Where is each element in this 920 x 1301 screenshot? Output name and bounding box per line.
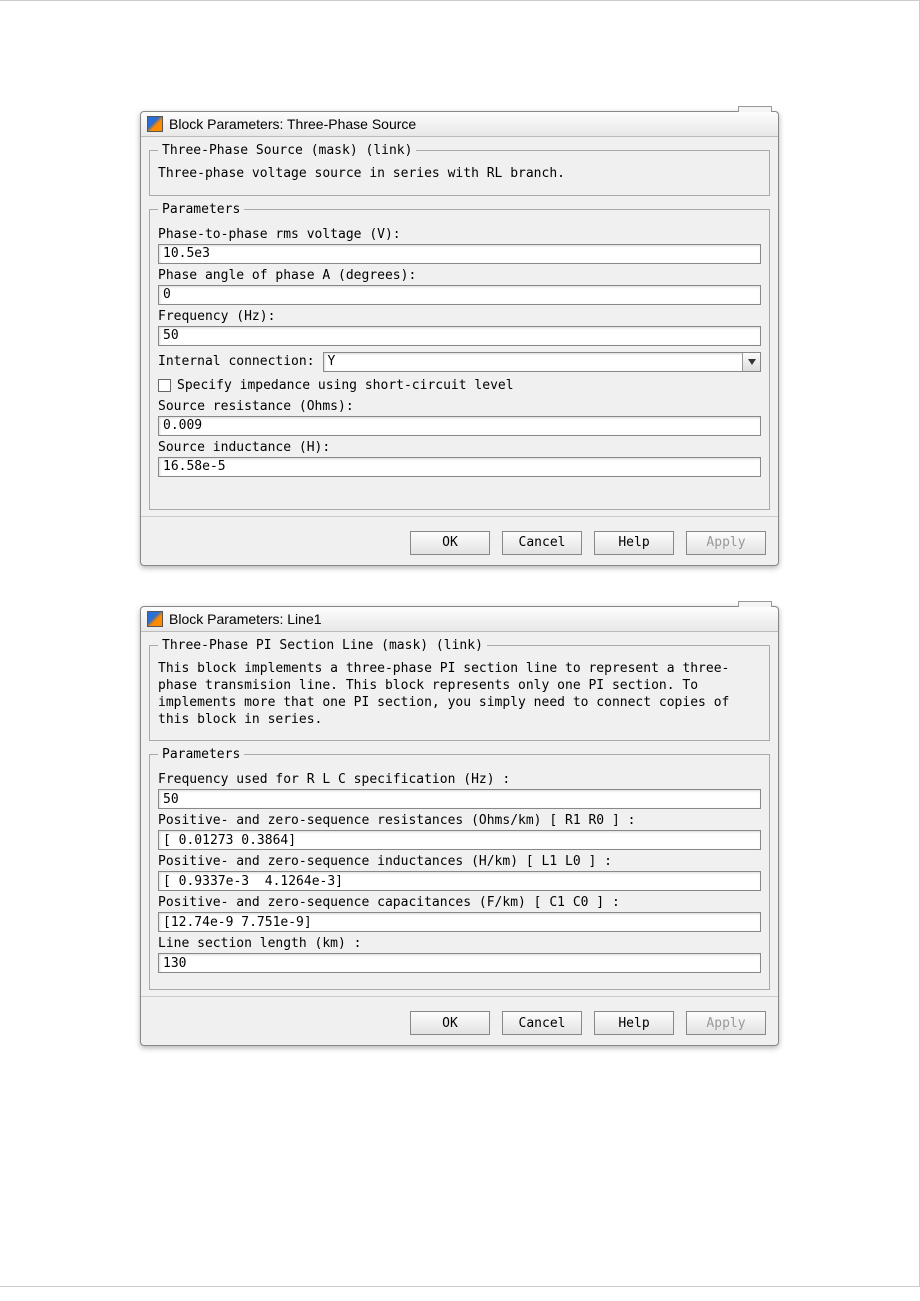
cancel-button[interactable]: Cancel — [502, 1011, 582, 1035]
titlebar: Block Parameters: Line1 — [141, 607, 778, 632]
mask-legend: Three-Phase PI Section Line (mask) (link… — [158, 638, 487, 653]
label-source-resistance: Source resistance (Ohms): — [158, 399, 761, 414]
button-row: OK Cancel Help Apply — [141, 516, 778, 565]
input-frequency[interactable] — [158, 326, 761, 346]
label-source-inductance: Source inductance (H): — [158, 440, 761, 455]
input-freq-rlc[interactable] — [158, 789, 761, 809]
ok-button[interactable]: OK — [410, 1011, 490, 1035]
mask-group: Three-Phase Source (mask) (link) Three-p… — [149, 143, 770, 196]
ok-button[interactable]: OK — [410, 531, 490, 555]
parameters-legend: Parameters — [158, 202, 244, 217]
mask-group: Three-Phase PI Section Line (mask) (link… — [149, 638, 770, 742]
button-row: OK Cancel Help Apply — [141, 996, 778, 1045]
label-capacitances: Positive- and zero-sequence capacitances… — [158, 895, 761, 910]
label-inductances: Positive- and zero-sequence inductances … — [158, 854, 761, 869]
input-capacitances[interactable] — [158, 912, 761, 932]
label-line-length: Line section length (km) : — [158, 936, 761, 951]
help-button[interactable]: Help — [594, 1011, 674, 1035]
chevron-down-icon[interactable] — [742, 353, 760, 371]
parameters-group: Parameters Frequency used for R L C spec… — [149, 747, 770, 990]
dialog-three-phase-source: ✕ Block Parameters: Three-Phase Source T… — [140, 111, 779, 566]
checkbox-icon[interactable] — [158, 379, 171, 392]
help-button[interactable]: Help — [594, 531, 674, 555]
checkbox-specify-impedance[interactable]: Specify impedance using short-circuit le… — [158, 378, 761, 393]
cancel-button[interactable]: Cancel — [502, 531, 582, 555]
label-frequency: Frequency (Hz): — [158, 309, 761, 324]
input-inductances[interactable] — [158, 871, 761, 891]
input-resistances[interactable] — [158, 830, 761, 850]
label-freq-rlc: Frequency used for R L C specification (… — [158, 772, 761, 787]
titlebar: Block Parameters: Three-Phase Source — [141, 112, 778, 137]
apply-button[interactable]: Apply — [686, 531, 766, 555]
input-voltage[interactable] — [158, 244, 761, 264]
input-source-resistance[interactable] — [158, 416, 761, 436]
label-internal-connection: Internal connection: — [158, 354, 315, 369]
parameters-group: Parameters Phase-to-phase rms voltage (V… — [149, 202, 770, 510]
checkbox-label: Specify impedance using short-circuit le… — [177, 378, 514, 393]
label-voltage: Phase-to-phase rms voltage (V): — [158, 227, 761, 242]
select-internal-connection[interactable]: Y — [323, 352, 761, 372]
label-phase-angle: Phase angle of phase A (degrees): — [158, 268, 761, 283]
simulink-icon — [147, 116, 163, 132]
window-title: Block Parameters: Three-Phase Source — [169, 116, 772, 132]
apply-button[interactable]: Apply — [686, 1011, 766, 1035]
parameters-legend: Parameters — [158, 747, 244, 762]
mask-legend: Three-Phase Source (mask) (link) — [158, 143, 416, 158]
window-title: Block Parameters: Line1 — [169, 611, 772, 627]
label-resistances: Positive- and zero-sequence resistances … — [158, 813, 761, 828]
mask-description: Three-phase voltage source in series wit… — [158, 166, 761, 183]
dialog-line1: ✕ Block Parameters: Line1 Three-Phase PI… — [140, 606, 779, 1047]
select-value: Y — [324, 354, 742, 369]
input-line-length[interactable] — [158, 953, 761, 973]
mask-description: This block implements a three-phase PI s… — [158, 661, 761, 729]
input-source-inductance[interactable] — [158, 457, 761, 477]
input-phase-angle[interactable] — [158, 285, 761, 305]
simulink-icon — [147, 611, 163, 627]
